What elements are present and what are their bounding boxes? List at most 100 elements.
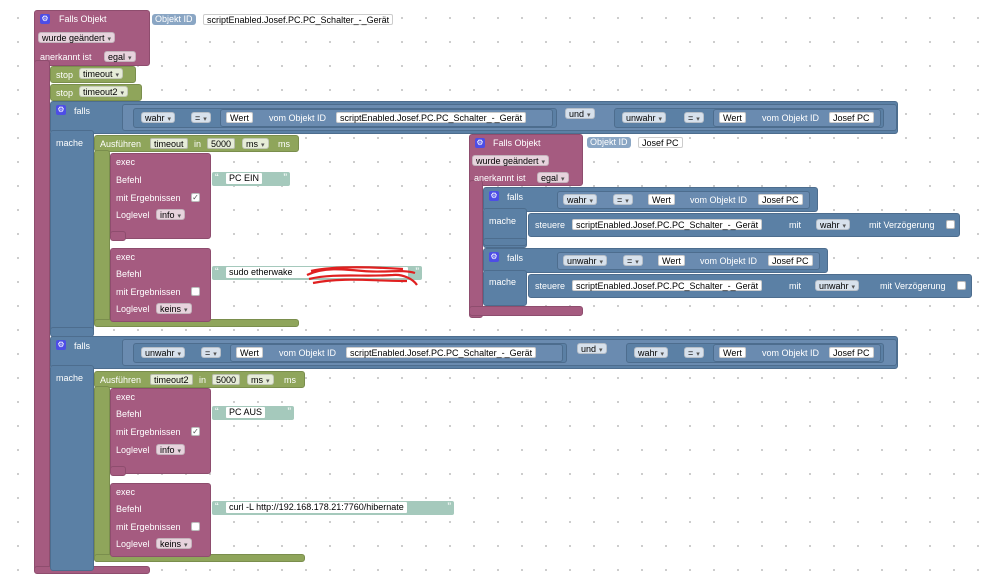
verzoegerung-label: mit Verzögerung [880, 281, 946, 291]
gear-icon[interactable]: ⚙ [489, 191, 499, 201]
verzoegerung-label: mit Verzögerung [869, 220, 935, 230]
falls-label: falls [74, 341, 91, 351]
operator-dropdown[interactable]: = ▾ [684, 347, 704, 358]
trigger-mode-dropdown[interactable]: wurde geändert ▾ [472, 155, 550, 166]
objekt-id-tag: Objekt ID [152, 14, 196, 25]
befehl-text[interactable]: PC EIN [226, 173, 263, 184]
falls1-spine [50, 130, 94, 336]
steuere-label: steuere [535, 220, 566, 230]
ausfuehren-spine [94, 150, 110, 326]
vom-objekt-label: vom Objekt ID [700, 256, 758, 266]
in-label: in [199, 375, 207, 385]
gear-icon[interactable]: ⚙ [475, 138, 485, 148]
wert-field: Wert [236, 347, 263, 358]
bool-dropdown[interactable]: wahr ▾ [634, 347, 669, 358]
bool-dropdown[interactable]: unwahr ▾ [622, 112, 667, 123]
befehl-string[interactable]: “ PC AUS ” [212, 406, 294, 420]
und-dropdown[interactable]: und ▾ [577, 343, 607, 354]
gear-icon[interactable]: ⚙ [40, 14, 50, 24]
steuere-target-field[interactable]: scriptEnabled.Josef.PC.PC_Schalter_-_Ger… [572, 280, 763, 291]
gear-icon[interactable]: ⚙ [56, 105, 66, 115]
mache-label: mache [56, 138, 84, 148]
mit-label: mit [789, 281, 801, 291]
objekt-id-field[interactable]: Josef PC [758, 194, 803, 205]
main-trigger-spine [34, 60, 50, 572]
wert-field: Wert [719, 347, 746, 358]
loglevel-label: Loglevel [116, 210, 150, 220]
objekt-id-field[interactable]: Josef PC [829, 347, 874, 358]
operator-dropdown[interactable]: = ▾ [623, 255, 643, 266]
mit-ergebnissen-checkbox[interactable] [191, 522, 200, 531]
verzoegerung-checkbox[interactable] [946, 220, 955, 229]
befehl-text[interactable]: curl -L http://192.168.178.21:7760/hiber… [226, 502, 407, 513]
operator-dropdown[interactable]: = ▾ [191, 112, 211, 123]
mit-ergebnissen-checkbox[interactable]: ✓ [191, 427, 200, 436]
loglevel-dropdown[interactable]: keins ▾ [156, 303, 192, 314]
objekt-id-tag: Objekt ID [587, 137, 631, 148]
unit-dropdown[interactable]: ms ▾ [247, 374, 274, 385]
stop-label: stop [56, 88, 74, 98]
objekt-id-field[interactable]: Josef PC [829, 112, 874, 123]
befehl-string[interactable]: “ PC EIN ” [212, 172, 290, 186]
mit-ergebnissen-label: mit Ergebnissen [116, 522, 181, 532]
objekt-id-value[interactable]: scriptEnabled.Josef.PC.PC_Schalter_-_Ger… [203, 14, 394, 25]
loglevel-dropdown[interactable]: keins ▾ [156, 538, 192, 549]
inner-falls-a-bottom [483, 238, 527, 246]
befehl-label: Befehl [116, 175, 142, 185]
anerkannt-dropdown[interactable]: egal ▾ [537, 172, 569, 183]
bool-dropdown[interactable]: wahr ▾ [141, 112, 176, 123]
operator-dropdown[interactable]: = ▾ [613, 194, 633, 205]
befehl-label: Befehl [116, 269, 142, 279]
steuere-target-field[interactable]: scriptEnabled.Josef.PC.PC_Schalter_-_Ger… [572, 219, 763, 230]
delay-value-field[interactable]: 5000 [212, 374, 241, 385]
mit-ergebnissen-checkbox[interactable]: ✓ [191, 193, 200, 202]
gear-icon[interactable]: ⚙ [56, 340, 66, 350]
in-label: in [194, 139, 202, 149]
objekt-id-field[interactable]: scriptEnabled.Josef.PC.PC_Schalter_-_Ger… [346, 347, 537, 358]
operator-dropdown[interactable]: = ▾ [201, 347, 221, 358]
und-dropdown[interactable]: und ▾ [565, 108, 595, 119]
objekt-id-value[interactable]: Josef PC [638, 137, 683, 148]
exec-bottom [110, 466, 126, 476]
ausfuehren-label: Ausführen [100, 375, 142, 385]
objekt-id-field[interactable]: scriptEnabled.Josef.PC.PC_Schalter_-_Ger… [336, 112, 527, 123]
blockly-workspace[interactable]: ⚙ Falls Objekt Objekt ID scriptEnabled.J… [0, 0, 998, 575]
befehl-string[interactable]: “ curl -L http://192.168.178.21:7760/hib… [212, 501, 454, 515]
anerkannt-dropdown[interactable]: egal ▾ [104, 51, 136, 62]
timer-name-field[interactable]: timeout2 [150, 374, 193, 385]
bool-dropdown[interactable]: unwahr ▾ [141, 347, 186, 358]
ausfuehren-spine [94, 386, 110, 562]
timer-name-field[interactable]: timeout [150, 138, 188, 149]
verzoegerung-checkbox[interactable] [957, 281, 966, 290]
gear-icon[interactable]: ⚙ [489, 252, 499, 262]
mache-label: mache [489, 277, 517, 287]
steuere-value-dropdown[interactable]: wahr ▾ [816, 219, 851, 230]
mit-ergebnissen-checkbox[interactable] [191, 287, 200, 296]
loglevel-label: Loglevel [116, 539, 150, 549]
loglevel-label: Loglevel [116, 304, 150, 314]
exec-bottom [110, 231, 126, 241]
stop-timeout2-dropdown[interactable]: timeout2 ▾ [79, 86, 129, 97]
vom-objekt-label: vom Objekt ID [269, 113, 327, 123]
exec-label: exec [116, 252, 136, 262]
trigger-mode-dropdown[interactable]: wurde geändert ▾ [38, 32, 116, 43]
inner-trigger-bottom [469, 306, 583, 316]
loglevel-label: Loglevel [116, 445, 150, 455]
steuere-value-dropdown[interactable]: unwahr ▾ [815, 280, 860, 291]
befehl-text[interactable]: PC AUS [226, 407, 266, 418]
befehl-label: Befehl [116, 409, 142, 419]
bool-dropdown[interactable]: unwahr ▾ [563, 255, 608, 266]
stop-timeout-dropdown[interactable]: timeout ▾ [79, 68, 124, 79]
unit-dropdown[interactable]: ms ▾ [242, 138, 269, 149]
bool-dropdown[interactable]: wahr ▾ [563, 194, 598, 205]
loglevel-dropdown[interactable]: info ▾ [156, 209, 186, 220]
mache-label: mache [489, 216, 517, 226]
objekt-id-field[interactable]: Josef PC [768, 255, 813, 266]
delay-value-field[interactable]: 5000 [207, 138, 236, 149]
mit-ergebnissen-label: mit Ergebnissen [116, 287, 181, 297]
vom-objekt-label: vom Objekt ID [279, 348, 337, 358]
loglevel-dropdown[interactable]: info ▾ [156, 444, 186, 455]
mache-label: mache [56, 373, 84, 383]
operator-dropdown[interactable]: = ▾ [684, 112, 704, 123]
unit-label: ms [284, 375, 296, 385]
